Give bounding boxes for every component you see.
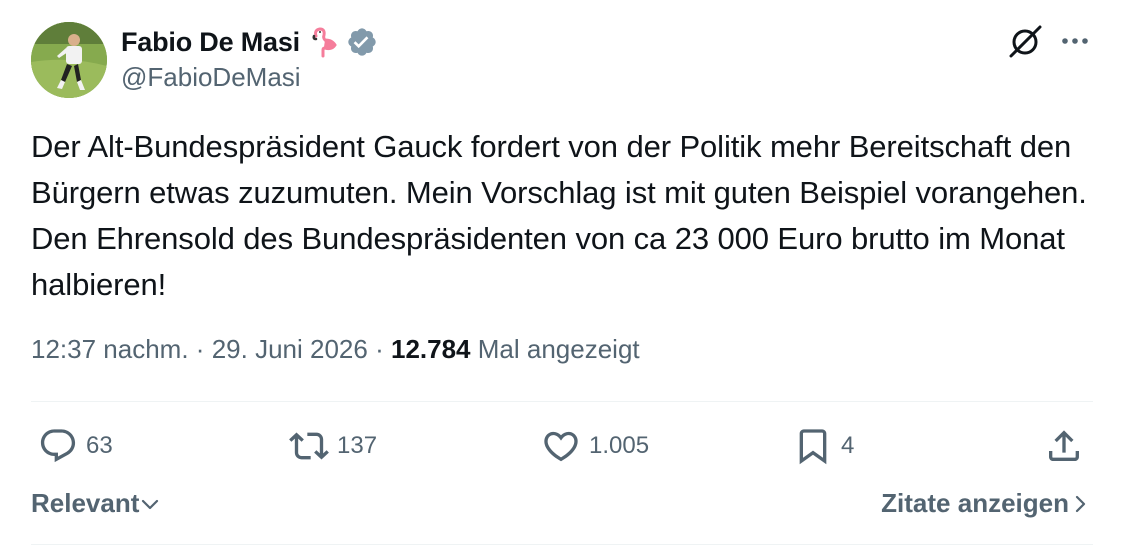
chevron-right-icon [1075, 495, 1086, 512]
bookmark-button[interactable]: 4 [793, 424, 854, 468]
avatar-photo [31, 22, 107, 98]
tweet-meta: 12:37 nachm. · 29. Juni 2026 · 12.784 Ma… [31, 334, 640, 365]
sort-label: Relevant [31, 488, 140, 518]
tweet-time[interactable]: 12:37 nachm. [31, 334, 189, 364]
like-count: 1.005 [589, 432, 650, 459]
reply-count: 63 [86, 432, 113, 459]
like-button[interactable]: 1.005 [541, 424, 649, 468]
sort-dropdown[interactable]: Relevant [31, 488, 161, 519]
chevron-down-icon [142, 499, 159, 509]
like-icon [544, 431, 578, 462]
author-handle[interactable]: @FabioDeMasi [121, 62, 301, 93]
author-display-name[interactable]: Fabio De Masi [121, 27, 300, 58]
share-icon [1049, 430, 1079, 461]
reply-icon [40, 429, 76, 463]
author-name-row: Fabio De Masi [121, 24, 378, 60]
more-icon[interactable] [1058, 28, 1092, 54]
divider [31, 401, 1093, 402]
views-count[interactable]: 12.784 [391, 334, 471, 364]
verified-badge-icon[interactable] [346, 26, 378, 58]
reply-button[interactable]: 63 [38, 424, 113, 468]
meta-separator: · [195, 334, 205, 364]
avatar[interactable] [31, 22, 107, 98]
flamingo-emoji-icon [312, 27, 337, 58]
tweet-date[interactable]: 29. Juni 2026 [212, 334, 368, 364]
tweet-text: Der Alt-Bundespräsident Gauck fordert vo… [31, 129, 1087, 302]
views-label: Mal angezeigt [477, 334, 640, 364]
meta-separator: · [375, 334, 384, 364]
repost-count: 137 [337, 432, 378, 459]
grok-icon[interactable] [1006, 22, 1044, 60]
view-quotes-link[interactable]: Zitate anzeigen [881, 488, 1091, 519]
repost-button[interactable]: 137 [289, 424, 377, 468]
bookmark-count: 4 [841, 432, 855, 459]
bookmark-icon [799, 429, 827, 465]
quotes-label: Zitate anzeigen [881, 488, 1069, 518]
share-button[interactable] [1044, 424, 1084, 468]
repost-icon [289, 432, 329, 460]
